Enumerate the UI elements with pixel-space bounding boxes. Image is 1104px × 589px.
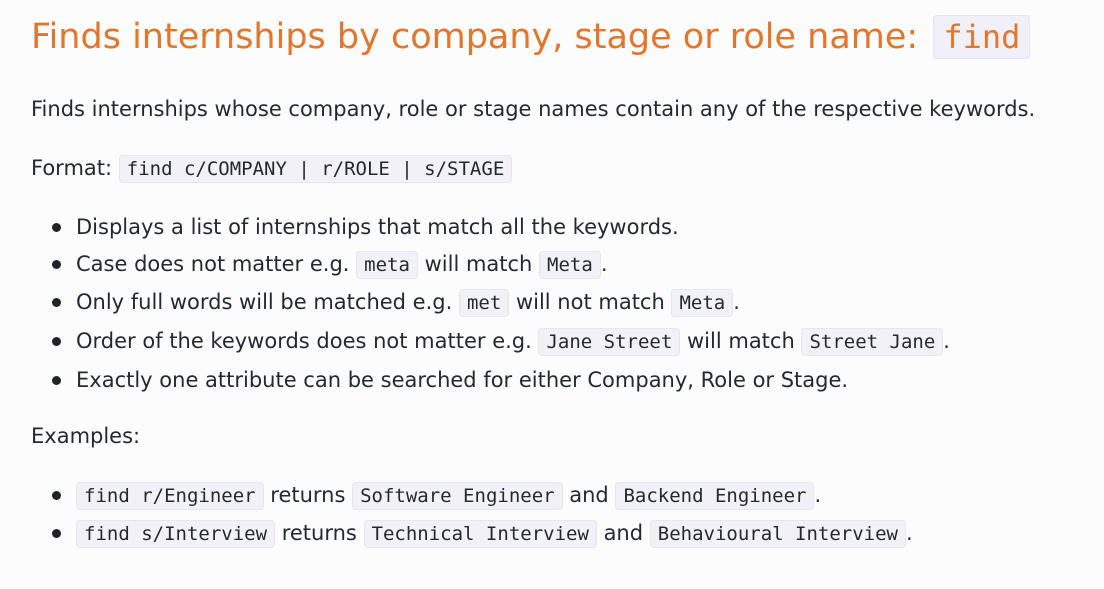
note-item: Order of the keywords does not matter e.… [31,326,950,357]
bullet-dot [52,298,61,307]
heading-command-code: find [933,15,1031,59]
examples-list: find r/Engineer returns Software Enginee… [31,480,913,549]
notes-list: Displays a list of internships that matc… [31,212,950,395]
example-item: find r/Engineer returns Software Enginee… [31,480,913,511]
inline-code: Backend Engineer [615,482,815,510]
bullet-dot [52,337,61,346]
item-text: . [600,252,608,276]
inline-code: Software Engineer [352,482,563,510]
inline-code: find r/Engineer [76,482,264,510]
inline-code: Jane Street [538,328,681,356]
inline-code: met [458,289,510,317]
item-text: Only full words will be matched e.g. [76,290,459,314]
example-item: find s/Interview returns Technical Inter… [31,518,913,549]
note-item: Case does not matter e.g. meta will matc… [31,249,950,280]
bullet-dot [52,529,61,538]
item-text: returns [275,521,364,545]
bullet-dot [52,223,61,232]
examples-label: Examples: [31,424,141,448]
inline-code: Meta [539,251,601,279]
format-syntax-code: find c/COMPANY | r/ROLE | s/STAGE [118,155,513,183]
bullet-dot [52,260,61,269]
item-text: Case does not matter e.g. [76,252,357,276]
inline-code: find s/Interview [76,520,276,548]
item-text: will match [680,329,802,353]
item-text: will not match [509,290,672,314]
item-text: will match [417,252,540,276]
inline-code: Behavioural Interview [649,520,906,548]
inline-code: Technical Interview [363,520,597,548]
item-text: Order of the keywords does not matter e.… [76,329,539,353]
note-item: Exactly one attribute can be searched fo… [31,365,950,395]
item-text: . [905,521,913,545]
section-heading: Finds internships by company, stage or r… [31,12,1031,62]
item-text: . [733,290,740,314]
item-text: . [943,329,950,353]
item-text: . [814,483,822,507]
description-paragraph: Finds internships whose company, role or… [31,97,1036,121]
inline-code: Meta [671,289,734,317]
format-paragraph: Format: find c/COMPANY | r/ROLE | s/STAG… [31,153,513,184]
item-text: and [596,521,650,545]
item-text: Displays a list of internships that matc… [76,215,679,239]
bullet-dot [52,491,61,500]
item-text: Exactly one attribute can be searched fo… [76,368,849,392]
note-item: Displays a list of internships that matc… [31,212,950,242]
bullet-dot [52,376,61,385]
inline-code: meta [356,251,418,279]
heading-text: Finds internships by company, stage or r… [31,17,930,57]
format-label: Format: [31,156,119,180]
inline-code: Street Jane [801,328,944,356]
item-text: and [562,483,616,507]
item-text: returns [263,483,353,507]
note-item: Only full words will be matched e.g. met… [31,287,950,318]
